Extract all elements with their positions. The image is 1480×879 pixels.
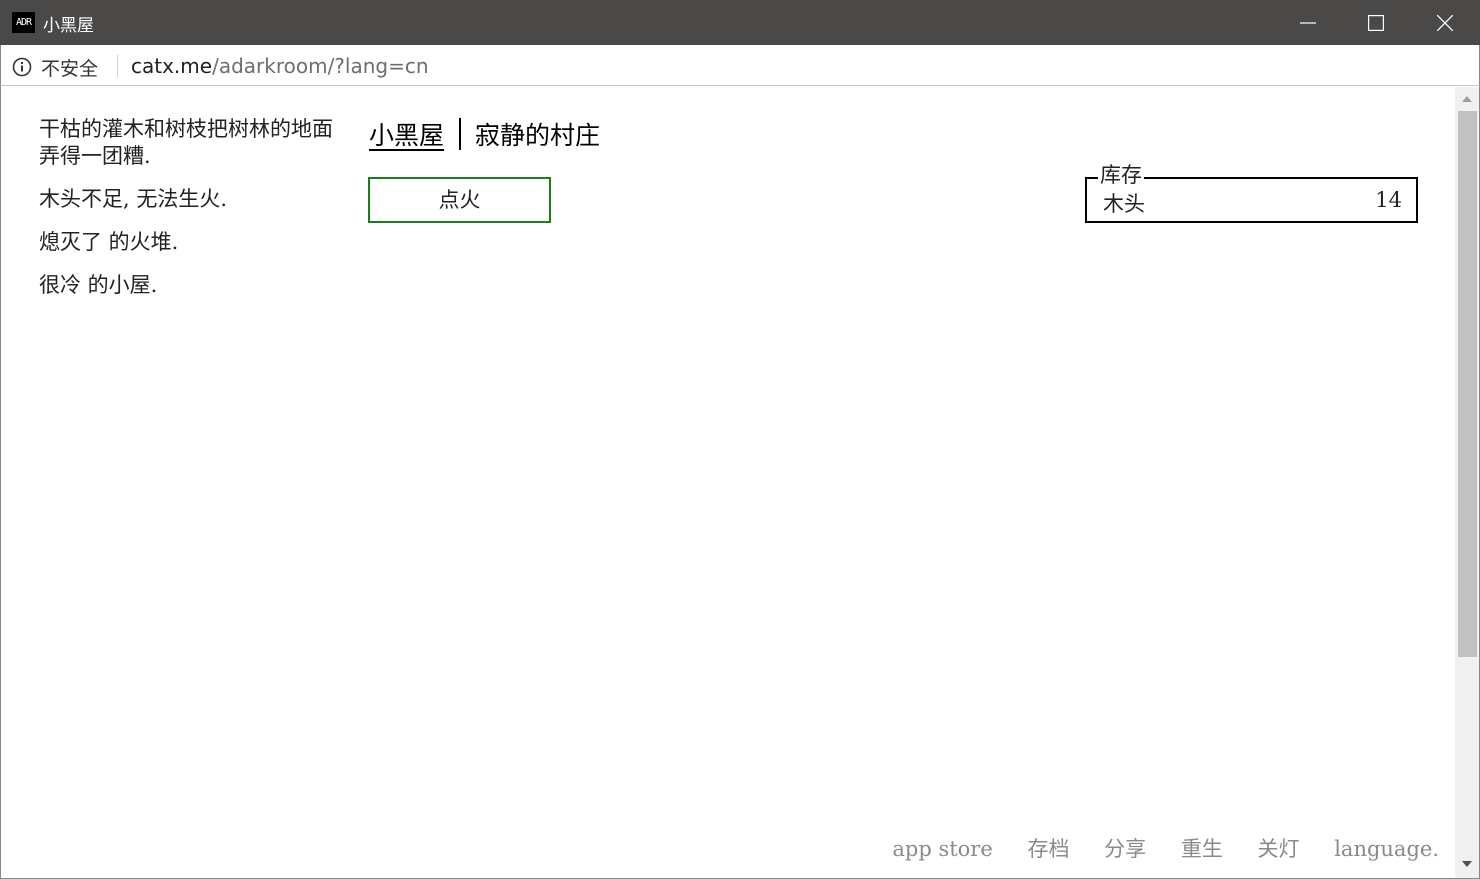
url-text[interactable]: catx.me/adarkroom/?lang=cn xyxy=(131,54,429,78)
store-item-value: 14 xyxy=(1375,188,1402,212)
lights-off-link[interactable]: 关灯 xyxy=(1258,833,1300,863)
vertical-scrollbar[interactable] xyxy=(1455,87,1479,878)
language-link[interactable]: language. xyxy=(1334,837,1439,861)
scrollbar-thumb[interactable] xyxy=(1458,111,1477,657)
light-fire-button[interactable]: 点火 xyxy=(368,177,551,223)
window-title: 小黑屋 xyxy=(43,16,94,36)
address-separator xyxy=(117,55,118,77)
location-tabs: 小黑屋 寂静的村庄 xyxy=(369,116,600,152)
tab-village[interactable]: 寂静的村庄 xyxy=(475,116,600,152)
notification: 干枯的灌木和树枝把树林的地面弄得一团糟. xyxy=(39,117,333,168)
close-button[interactable] xyxy=(1411,0,1479,45)
store-item-name: 木头 xyxy=(1103,192,1145,216)
maximize-button[interactable] xyxy=(1342,0,1410,45)
footer-menu: app store 存档 分享 重生 关灯 language. xyxy=(892,833,1439,863)
address-bar[interactable]: 不安全 catx.me/adarkroom/?lang=cn xyxy=(0,45,1480,86)
app-store-link[interactable]: app store xyxy=(892,837,992,861)
notification: 很冷 的小屋. xyxy=(39,273,158,297)
save-link[interactable]: 存档 xyxy=(1027,833,1069,863)
stores-legend: 库存 xyxy=(1098,159,1144,189)
tab-room[interactable]: 小黑屋 xyxy=(369,116,444,152)
minimize-icon xyxy=(1300,22,1316,24)
close-icon xyxy=(1437,15,1453,31)
notifications-panel: 干枯的灌木和树枝把树林的地面弄得一团糟. 木头不足, 无法生火. 熄灭了 的火堆… xyxy=(39,116,339,315)
notification: 木头不足, 无法生火. xyxy=(39,187,228,211)
minimize-button[interactable] xyxy=(1274,0,1342,45)
scroll-down-arrow-icon[interactable] xyxy=(1462,861,1472,867)
url-host: catx.me xyxy=(131,54,213,78)
security-label[interactable]: 不安全 xyxy=(41,54,98,81)
maximize-icon xyxy=(1368,15,1384,31)
window-titlebar: ADR 小黑屋 xyxy=(0,0,1480,45)
stores-panel: 库存 木头 14 xyxy=(1085,159,1418,223)
notification: 熄灭了 的火堆. xyxy=(39,230,179,254)
url-path: /adarkroom/?lang=cn xyxy=(212,54,429,78)
restart-link[interactable]: 重生 xyxy=(1181,833,1223,863)
scroll-up-arrow-icon[interactable] xyxy=(1462,96,1472,102)
app-icon: ADR xyxy=(12,12,35,33)
tab-divider xyxy=(459,118,462,150)
share-link[interactable]: 分享 xyxy=(1104,833,1146,863)
info-icon[interactable] xyxy=(12,57,32,77)
